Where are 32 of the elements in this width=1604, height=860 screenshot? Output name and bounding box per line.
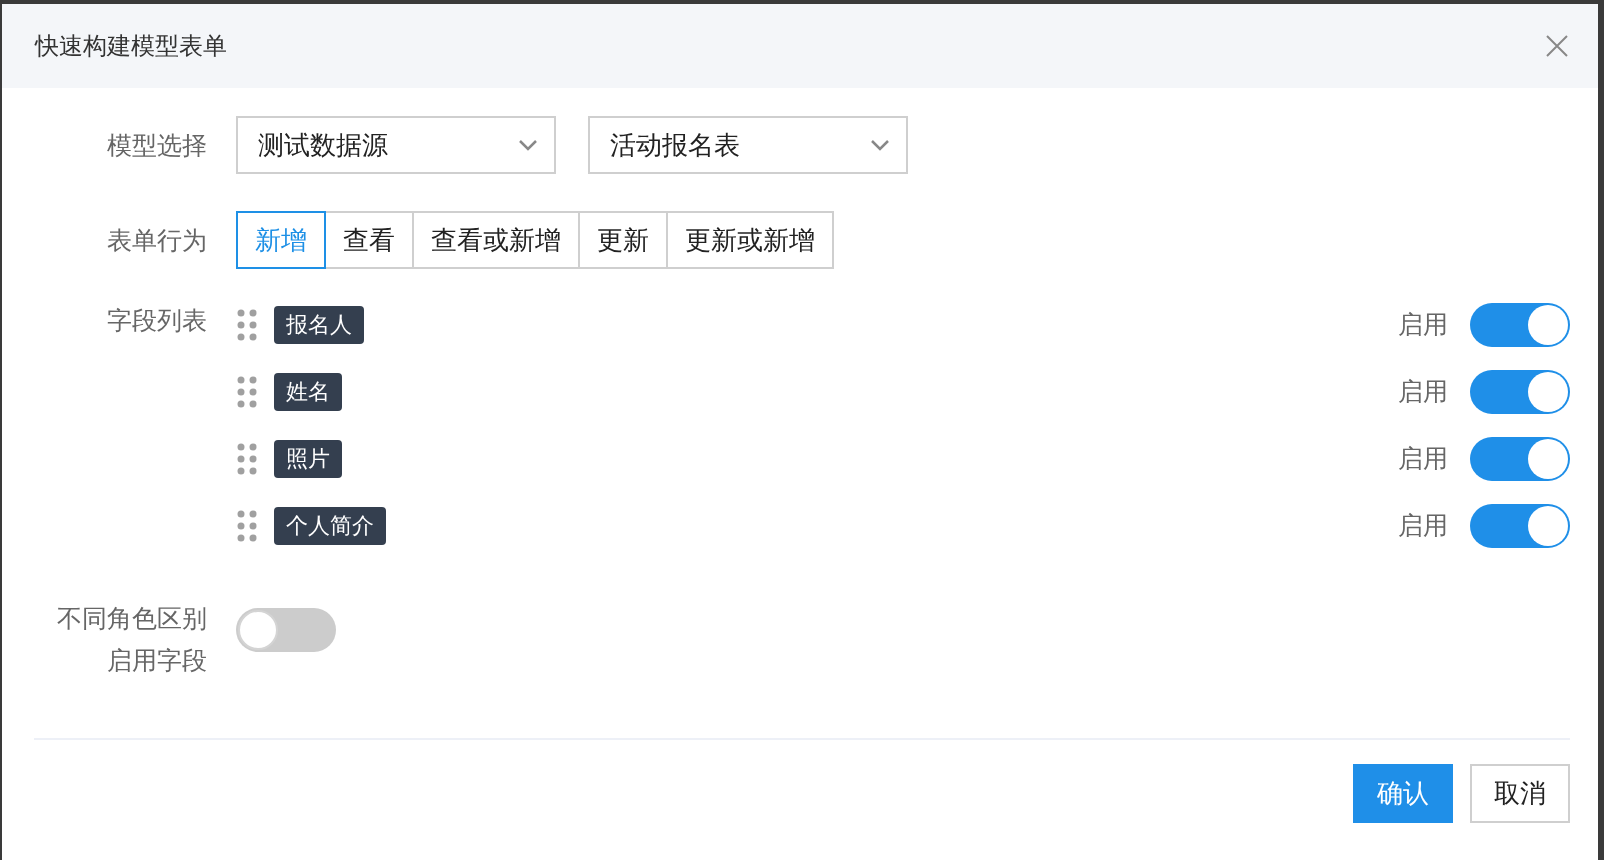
toggle-label: 启用 <box>1398 376 1448 408</box>
chevron-down-icon <box>870 139 890 151</box>
drag-handle-icon[interactable] <box>236 308 258 341</box>
select-field[interactable]: 测试数据源 <box>236 116 556 174</box>
segment-option[interactable]: 更新 <box>578 211 668 269</box>
toggle-label: 启用 <box>1398 309 1448 341</box>
field-label: 模型选择 <box>106 129 207 162</box>
segment-option[interactable]: 更新或新增 <box>666 211 834 269</box>
toggle-switch[interactable] <box>236 608 336 652</box>
field-label: 表单行为 <box>106 224 207 257</box>
drag-handle-icon[interactable] <box>236 375 258 408</box>
toggle-switch[interactable] <box>1470 436 1570 481</box>
segment-option[interactable]: 查看 <box>324 211 414 269</box>
select-field[interactable]: 活动报名表 <box>588 116 908 174</box>
chevron-down-icon <box>518 139 538 151</box>
toggle-switch[interactable] <box>1470 503 1570 548</box>
toggle-switch[interactable] <box>1470 302 1570 347</box>
dialog-title: 快速构建模型表单 <box>35 31 227 62</box>
field-tag: 照片 <box>274 439 342 478</box>
field-label: 字段列表 <box>106 305 207 337</box>
close-icon[interactable] <box>1546 35 1568 57</box>
segment-option[interactable]: 查看或新增 <box>412 211 580 269</box>
field-tag: 姓名 <box>274 372 342 411</box>
toggle-switch[interactable] <box>1470 369 1570 414</box>
field-tag: 报名人 <box>274 305 364 344</box>
toggle-label: 启用 <box>1398 510 1448 542</box>
cancel-button[interactable]: 取消 <box>1470 764 1570 823</box>
field-label: 不同角色区别 启用字段 <box>56 603 207 677</box>
drag-handle-icon[interactable] <box>236 442 258 475</box>
toggle-label: 启用 <box>1398 443 1448 475</box>
field-tag: 个人简介 <box>274 506 386 545</box>
drag-handle-icon[interactable] <box>236 509 258 542</box>
